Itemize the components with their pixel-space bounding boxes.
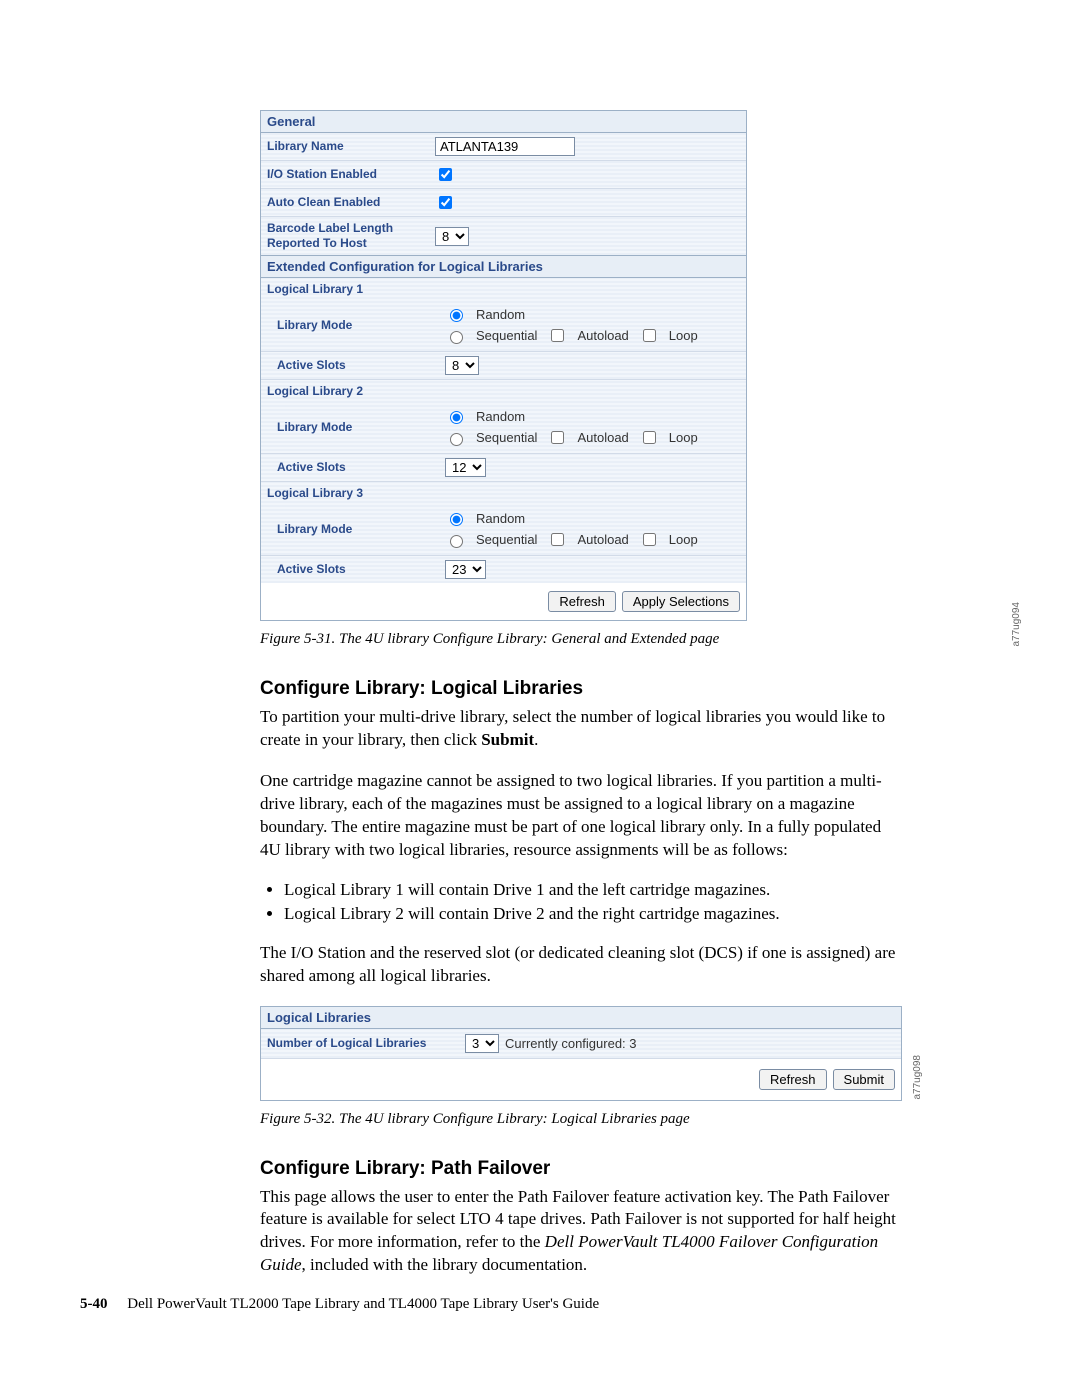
lib2-loop-label: Loop [669,430,698,445]
lib2-random-label: Random [476,409,525,424]
lib3-loop-label: Loop [669,532,698,547]
figure-1-caption: Figure 5-31. The 4U library Configure Li… [260,631,1000,648]
section-2-para-1: This page allows the user to enter the P… [260,1186,900,1278]
logical-libraries-header: Logical Libraries [261,1007,901,1029]
general-section-header: General [261,111,746,133]
section-2-heading: Configure Library: Path Failover [260,1158,900,1180]
num-logical-label: Number of Logical Libraries [267,1036,465,1051]
lib3-autoload-checkbox[interactable] [551,533,564,546]
extended-section-header: Extended Configuration for Logical Libra… [261,255,746,278]
lib1-loop-checkbox[interactable] [643,329,656,342]
section-1-heading: Configure Library: Logical Libraries [260,678,900,700]
list-item: Logical Library 2 will contain Drive 2 a… [284,904,900,924]
logical-lib-1-title: Logical Library 1 [261,278,746,300]
library-name-input[interactable] [435,137,575,156]
lib2-mode-label: Library Mode [267,420,445,435]
io-station-label: I/O Station Enabled [267,167,435,182]
lib3-mode-label: Library Mode [267,522,445,537]
logical-lib-3-title: Logical Library 3 [261,482,746,504]
lib3-random-label: Random [476,511,525,526]
lib3-slots-label: Active Slots [267,562,445,577]
apply-selections-button[interactable]: Apply Selections [622,591,740,612]
lib2-slots-label: Active Slots [267,460,445,475]
lib2-sequential-label: Sequential [476,430,537,445]
refresh-button[interactable]: Refresh [548,591,616,612]
page-number: 5-40 [80,1296,108,1312]
logical-lib-2-title: Logical Library 2 [261,380,746,402]
section-1-para-2: One cartridge magazine cannot be assigne… [260,770,900,862]
lib2-autoload-label: Autoload [577,430,628,445]
figure-id-1: a77ug094 [1011,602,1022,647]
section-1-para-1: To partition your multi-drive library, s… [260,706,900,752]
lib3-autoload-label: Autoload [577,532,628,547]
lib2-mode-random-radio[interactable] [450,411,463,424]
currently-configured-text: Currently configured: 3 [505,1036,637,1051]
figure-2-caption: Figure 5-32. The 4U library Configure Li… [260,1111,1000,1128]
list-item: Logical Library 1 will contain Drive 1 a… [284,880,900,900]
io-station-checkbox[interactable] [439,168,452,181]
lib2-mode-sequential-radio[interactable] [450,433,463,446]
lib1-autoload-checkbox[interactable] [551,329,564,342]
barcode-length-select[interactable]: 8 [435,227,469,246]
figure-id-2: a77ug098 [912,1055,923,1100]
refresh-button-2[interactable]: Refresh [759,1069,827,1090]
lib2-autoload-checkbox[interactable] [551,431,564,444]
section-1-list: Logical Library 1 will contain Drive 1 a… [284,880,900,924]
submit-button[interactable]: Submit [833,1069,895,1090]
lib1-mode-sequential-radio[interactable] [450,331,463,344]
lib3-slots-select[interactable]: 23 [445,560,486,579]
lib1-mode-random-label: Random [476,307,525,322]
lib1-mode-random-radio[interactable] [450,309,463,322]
num-logical-select[interactable]: 3 [465,1034,499,1053]
lib2-loop-checkbox[interactable] [643,431,656,444]
auto-clean-label: Auto Clean Enabled [267,195,435,210]
lib1-autoload-label: Autoload [577,328,628,343]
page-footer: 5-40 Dell PowerVault TL2000 Tape Library… [80,1296,599,1313]
book-title: Dell PowerVault TL2000 Tape Library and … [127,1296,599,1312]
lib3-loop-checkbox[interactable] [643,533,656,546]
lib1-loop-label: Loop [669,328,698,343]
lib1-mode-label: Library Mode [267,318,445,333]
lib3-sequential-label: Sequential [476,532,537,547]
auto-clean-checkbox[interactable] [439,196,452,209]
lib1-slots-label: Active Slots [267,358,445,373]
lib1-mode-sequential-label: Sequential [476,328,537,343]
lib3-mode-sequential-radio[interactable] [450,535,463,548]
section-1-para-3: The I/O Station and the reserved slot (o… [260,942,900,988]
barcode-length-label: Barcode Label Length Reported To Host [267,221,435,251]
library-name-label: Library Name [267,139,435,154]
lib3-mode-random-radio[interactable] [450,513,463,526]
lib1-slots-select[interactable]: 8 [445,356,479,375]
lib2-slots-select[interactable]: 12 [445,458,486,477]
